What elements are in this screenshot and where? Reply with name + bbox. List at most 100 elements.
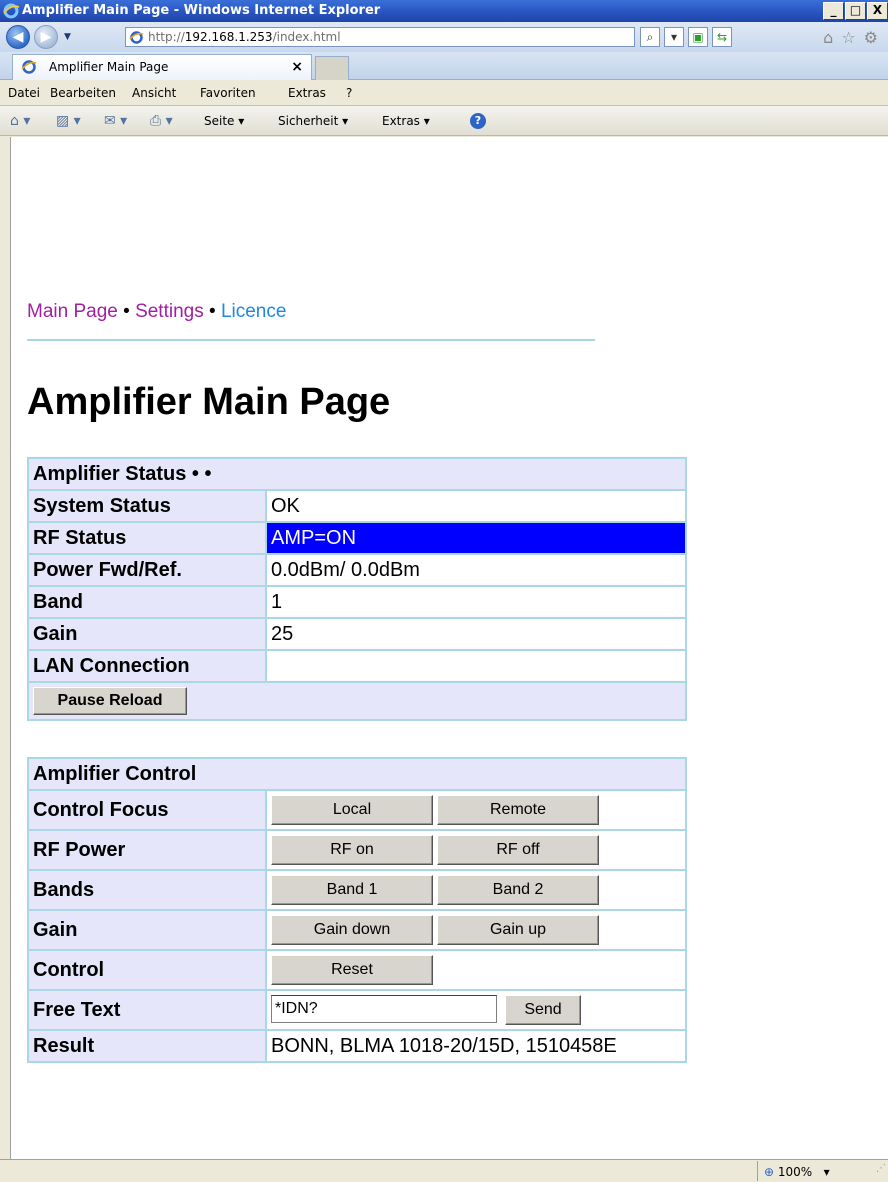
rf-off-button[interactable]: RF off [437,835,599,865]
feeds-icon[interactable]: ▨ ▾ [56,106,81,136]
rf-on-button[interactable]: RF on [271,835,433,865]
nav-separator: • [209,301,216,322]
divider [27,339,595,341]
maximize-button[interactable]: □ [845,2,866,20]
table-row: Control Focus Local Remote [29,791,685,829]
search-icon[interactable]: ⌕ [640,27,660,47]
resize-grip-icon[interactable]: ⋰ [876,1158,886,1180]
tab-amplifier-main-page[interactable]: Amplifier Main Page × [12,54,312,80]
menu-favoriten[interactable]: Favoriten [200,81,256,105]
favorites-star-icon[interactable]: ☆ [841,28,855,47]
free-text-input[interactable]: *IDN? [271,995,497,1023]
minimize-button[interactable]: _ [823,2,844,20]
free-text-cell: *IDN? Send [267,991,685,1029]
gain-up-button[interactable]: Gain up [437,915,599,945]
zoom-icon: ⊕ [764,1165,775,1179]
reset-button[interactable]: Reset [271,955,433,985]
table-row: System Status OK [29,491,685,521]
band-2-button[interactable]: Band 2 [437,875,599,905]
window-title: Amplifier Main Page - Windows Internet E… [22,3,381,18]
print-icon[interactable]: ⎙ ▾ [150,106,173,136]
address-dropdown-icon[interactable]: ▾ [664,27,684,47]
rf-power-label: RF Power [29,831,265,869]
status-table-header: Amplifier Status • • [29,459,685,489]
rf-power-cell: RF on RF off [267,831,685,869]
help-icon[interactable]: ? [470,113,486,129]
rf-status-label: RF Status [29,523,265,553]
page-menu[interactable]: Seite ▾ [204,106,244,136]
compatibility-view-icon[interactable]: ▣ [688,27,708,47]
mail-icon[interactable]: ✉ ▾ [104,106,127,136]
table-row: Gain Gain down Gain up [29,911,685,949]
menu-bearbeiten[interactable]: Bearbeiten [50,81,116,105]
system-status-label: System Status [29,491,265,521]
refresh-icon[interactable]: ⇆ [712,27,732,47]
rf-status-value: AMP=ON [267,523,685,553]
control-cell: Reset [267,951,685,989]
band-label: Band [29,587,265,617]
close-window-button[interactable]: X [867,2,888,20]
menu-ansicht[interactable]: Ansicht [132,81,176,105]
tab-ie-icon [21,60,37,74]
back-button[interactable]: ◀ [6,25,30,49]
table-row: Free Text *IDN? Send [29,991,685,1029]
bands-cell: Band 1 Band 2 [267,871,685,909]
result-label: Result [29,1031,265,1061]
band-value: 1 [267,587,685,617]
status-bar: ⊕ 100% ▾ ⋰ [0,1159,888,1182]
table-row: Gain 25 [29,619,685,649]
table-row: Result BONN, BLMA 1018-20/15D, 1510458E [29,1031,685,1061]
command-bar: ⌂ ▾ ▨ ▾ ✉ ▾ ⎙ ▾ Seite ▾ Sicherheit ▾ Ext… [0,106,888,136]
zoom-control[interactable]: ⊕ 100% ▾ [757,1161,867,1181]
table-row: RF Power RF on RF off [29,831,685,869]
control-table: Amplifier Control Control Focus Local Rem… [27,757,687,1063]
new-tab-button[interactable] [315,56,349,80]
remote-button[interactable]: Remote [437,795,599,825]
gain-label: Gain [29,619,265,649]
table-row: Power Fwd/Ref. 0.0dBm/ 0.0dBm [29,555,685,585]
table-row: Band 1 [29,587,685,617]
history-dropdown-icon[interactable]: ▼ [64,32,71,42]
address-field[interactable]: http://192.168.1.253/index.html [125,27,635,47]
lan-connection-label: LAN Connection [29,651,265,681]
power-value: 0.0dBm/ 0.0dBm [267,555,685,585]
control-table-header: Amplifier Control [29,759,685,789]
page-title: Amplifier Main Page [27,381,391,423]
nav-settings-link[interactable]: Settings [135,301,204,322]
nav-main-page-link[interactable]: Main Page [27,301,118,322]
nav-separator: • [123,301,130,322]
result-value: BONN, BLMA 1018-20/15D, 1510458E [267,1031,685,1061]
free-text-label: Free Text [29,991,265,1029]
tools-menu[interactable]: Extras ▾ [382,106,430,136]
security-menu[interactable]: Sicherheit ▾ [278,106,348,136]
lan-connection-value [267,651,685,681]
gain-down-button[interactable]: Gain down [271,915,433,945]
bands-label: Bands [29,871,265,909]
control-focus-label: Control Focus [29,791,265,829]
menu-help[interactable]: ? [346,81,352,105]
zoom-level: 100% [777,1165,813,1179]
tab-close-icon[interactable]: × [291,55,303,79]
menu-datei[interactable]: Datei [8,81,40,105]
ie-logo-icon [3,3,20,19]
menu-extras[interactable]: Extras [288,81,326,105]
forward-button[interactable]: ▶ [34,25,58,49]
home-icon[interactable]: ⌂ [823,28,833,47]
power-label: Power Fwd/Ref. [29,555,265,585]
control-label: Control [29,951,265,989]
menu-bar: Datei Bearbeiten Ansicht Favoriten Extra… [0,81,888,106]
gear-icon[interactable]: ⚙ [864,28,878,47]
home-toolbar-icon[interactable]: ⌂ ▾ [10,106,30,136]
table-row: Bands Band 1 Band 2 [29,871,685,909]
zoom-dropdown-icon[interactable]: ▾ [816,1165,830,1179]
local-button[interactable]: Local [271,795,433,825]
page-icon [129,31,144,44]
status-table: Amplifier Status • • System Status OK RF… [27,457,687,721]
pause-reload-button[interactable]: Pause Reload [33,687,187,715]
navigation-bar: ◀ ▶ ▼ http://192.168.1.253/index.html ⌕ … [0,22,888,52]
band-1-button[interactable]: Band 1 [271,875,433,905]
send-button[interactable]: Send [505,995,581,1025]
table-row: Control Reset [29,951,685,989]
address-path: /index.html [272,30,341,44]
nav-licence-link[interactable]: Licence [221,301,287,322]
